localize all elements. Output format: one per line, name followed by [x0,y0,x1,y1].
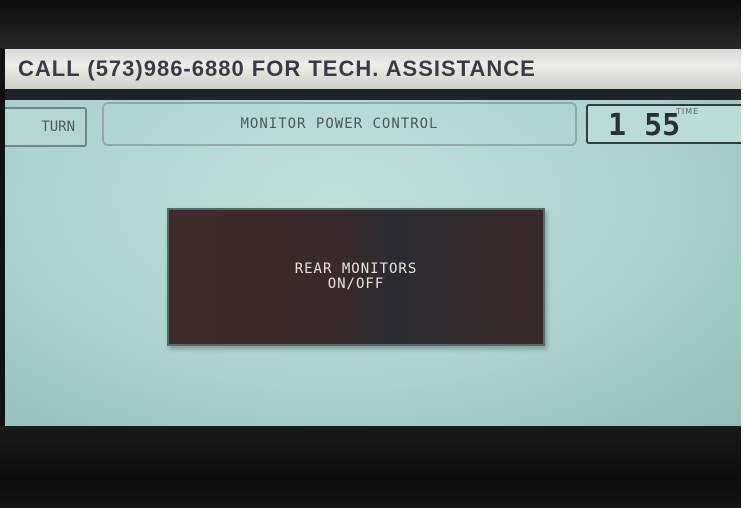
time-value: 1 55 [608,108,681,143]
top-bezel [0,0,743,52]
rear-monitors-label-line1: REAR MONITORS [294,261,418,277]
return-button[interactable]: TURN [4,107,87,147]
touch-screen: TURN MONITOR POWER CONTROL TIME 1 55 REA… [4,100,743,426]
bottom-bezel [0,426,743,508]
return-button-label: TURN [41,119,75,135]
device-photo: CALL (573)986-6880 FOR TECH. ASSISTANCE … [0,0,743,508]
left-bezel [0,48,5,428]
rear-monitors-button[interactable]: REAR MONITORS ON/OFF [167,208,545,346]
rear-monitors-label-line2: ON/OFF [327,276,385,292]
tech-assistance-banner: CALL (573)986-6880 FOR TECH. ASSISTANCE [4,49,743,89]
page-title: MONITOR POWER CONTROL [102,102,577,146]
time-display: TIME 1 55 [586,104,743,144]
banner-text: CALL (573)986-6880 FOR TECH. ASSISTANCE [18,56,536,81]
page-title-text: MONITOR POWER CONTROL [240,116,439,132]
